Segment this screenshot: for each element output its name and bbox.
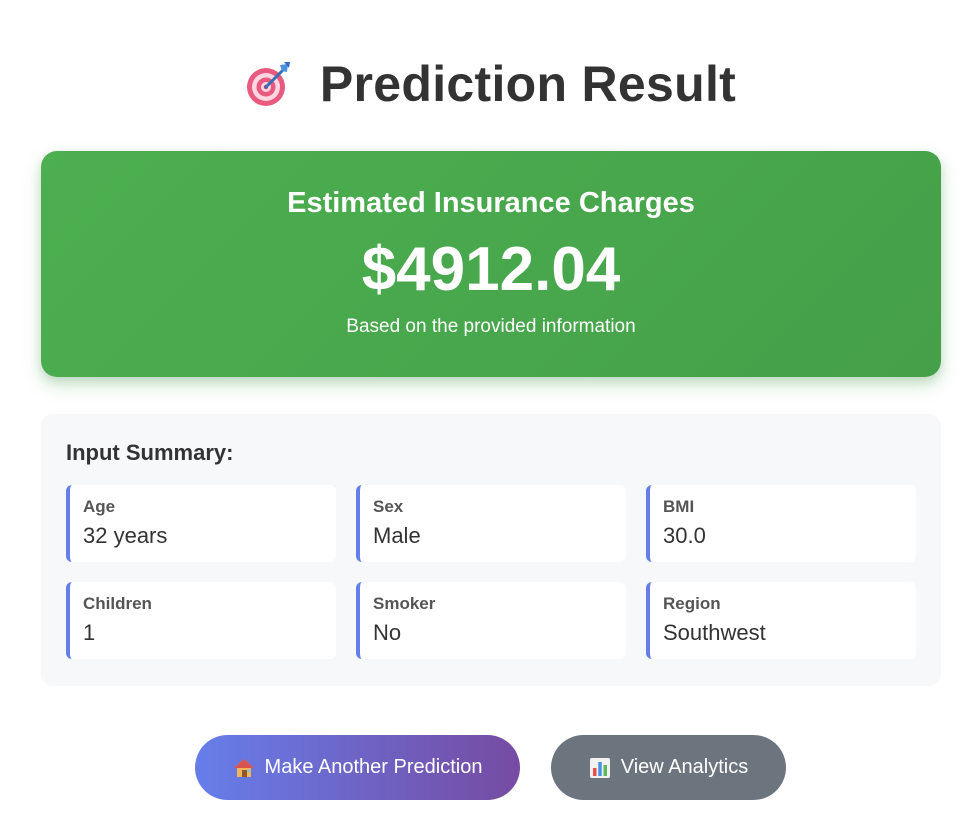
summary-item-region: Region Southwest xyxy=(646,582,916,659)
summary-item-smoker: Smoker No xyxy=(356,582,626,659)
summary-grid: Age 32 years Sex Male BMI 30.0 Children … xyxy=(66,485,916,659)
result-note: Based on the provided information xyxy=(346,316,636,337)
item-label: Children xyxy=(83,594,152,613)
item-label: BMI xyxy=(663,497,695,516)
item-value: 1 xyxy=(83,620,96,645)
target-icon xyxy=(244,60,292,108)
page-title: Prediction Result xyxy=(319,56,737,112)
item-label: Smoker xyxy=(373,594,436,613)
item-value: Male xyxy=(373,523,421,548)
make-another-prediction-button[interactable]: Make Another Prediction xyxy=(195,735,520,800)
item-label: Region xyxy=(663,594,721,613)
view-analytics-button[interactable]: View Analytics xyxy=(551,735,786,800)
house-icon xyxy=(233,757,255,779)
input-summary-panel: Input Summary: Age 32 years Sex Male BMI… xyxy=(41,414,941,686)
item-value: No xyxy=(373,620,402,645)
button-label: View Analytics xyxy=(620,756,749,778)
result-card: Estimated Insurance Charges $4912.04 Bas… xyxy=(41,151,941,377)
summary-item-sex: Sex Male xyxy=(356,485,626,562)
summary-title: Input Summary: xyxy=(66,440,234,465)
item-value: 32 years xyxy=(83,523,168,548)
summary-item-children: Children 1 xyxy=(66,582,336,659)
prediction-result-page: Prediction Result Estimated Insurance Ch… xyxy=(0,0,980,825)
item-value: 30.0 xyxy=(663,523,706,548)
page-header: Prediction Result xyxy=(0,52,980,116)
summary-item-bmi: BMI 30.0 xyxy=(646,485,916,562)
result-heading: Estimated Insurance Charges xyxy=(287,187,695,219)
button-label: Make Another Prediction xyxy=(264,756,483,778)
item-label: Sex xyxy=(373,497,404,516)
estimated-charges-amount: $4912.04 xyxy=(361,235,621,304)
bar-chart-icon xyxy=(589,757,611,779)
item-value: Southwest xyxy=(663,620,766,645)
item-label: Age xyxy=(83,497,116,516)
summary-item-age: Age 32 years xyxy=(66,485,336,562)
